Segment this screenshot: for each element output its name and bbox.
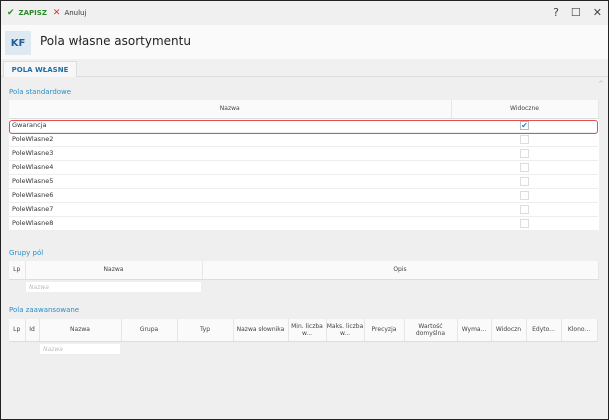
column-header[interactable]: Nazwa — [39, 319, 122, 342]
field-name: PoleWlasne5 — [9, 174, 451, 189]
toolbar: ✔ ZAPISZ ✕ Anuluj ? ☐ ✕ — [1, 1, 608, 25]
cancel-button[interactable]: ✕ Anuluj — [53, 8, 87, 18]
visible-cell — [451, 160, 598, 175]
field-name: PoleWlasne2 — [9, 132, 451, 147]
scroll-up-icon[interactable]: ^ — [598, 80, 604, 88]
table-row[interactable]: PoleWlasne8 — [9, 216, 598, 231]
close-button[interactable]: ✕ — [593, 6, 602, 19]
table-row[interactable]: PoleWlasne6 — [9, 188, 598, 203]
section-title-standard: Pola standardowe — [9, 88, 72, 96]
visible-cell — [451, 146, 598, 161]
table-row[interactable]: PoleWlasne4 — [9, 160, 598, 175]
column-header-opis[interactable]: Opis — [202, 261, 599, 280]
column-header[interactable]: Maks. liczba w... — [326, 319, 365, 342]
groups-table: Lp Nazwa Opis — [9, 261, 599, 280]
column-header-widoczne[interactable]: Widoczne — [451, 100, 599, 119]
table-row[interactable]: Gwarancja ✔ — [9, 118, 598, 133]
visible-checkbox[interactable] — [520, 134, 529, 144]
column-header[interactable]: Edyto... — [526, 319, 562, 342]
visible-cell — [451, 188, 598, 203]
field-name: PoleWlasne3 — [9, 146, 451, 161]
table-row[interactable]: PoleWlasne5 — [9, 174, 598, 189]
module-badge: KF — [5, 31, 31, 55]
field-name: PoleWlasne6 — [9, 188, 451, 203]
column-header[interactable]: Precyzja — [364, 319, 405, 342]
advanced-name-filter-input[interactable]: Nazwa — [39, 343, 121, 355]
visible-cell — [451, 216, 598, 231]
section-title-advanced: Pola zaawansowane — [9, 306, 80, 314]
column-header[interactable]: Lp — [9, 319, 26, 342]
visible-cell — [451, 202, 598, 217]
visible-checkbox[interactable] — [520, 148, 529, 158]
field-name: PoleWlasne8 — [9, 216, 451, 231]
field-name: PoleWlasne7 — [9, 202, 451, 217]
column-header[interactable]: Typ — [177, 319, 234, 342]
dialog-window: ✔ ZAPISZ ✕ Anuluj ? ☐ ✕ KF Pola własne aso… — [0, 0, 609, 420]
column-header-nazwa[interactable]: Nazwa — [25, 261, 203, 280]
column-header[interactable]: Klono... — [561, 319, 598, 342]
close-x-icon: ✕ — [52, 8, 61, 18]
maximize-button[interactable]: ☐ — [571, 6, 581, 19]
visible-checkbox[interactable] — [520, 204, 529, 214]
visible-checkbox[interactable] — [520, 190, 529, 200]
help-button[interactable]: ? — [553, 6, 559, 19]
groups-name-filter-input[interactable]: Nazwa — [25, 281, 202, 293]
visible-cell — [451, 132, 598, 147]
column-header-nazwa[interactable]: Nazwa — [9, 100, 452, 119]
tab-pola-wlasne[interactable]: POLA WŁASNE — [3, 61, 77, 77]
column-header[interactable]: Wartość domyślna — [404, 319, 458, 342]
visible-cell: ✔ — [451, 118, 598, 133]
table-row[interactable]: PoleWlasne3 — [9, 146, 598, 161]
field-name: PoleWlasne4 — [9, 160, 451, 175]
section-title-groups: Grupy pól — [9, 249, 44, 257]
visible-checkbox[interactable] — [520, 218, 529, 228]
visible-checkbox[interactable] — [520, 176, 529, 186]
table-row[interactable]: PoleWlasne2 — [9, 132, 598, 147]
save-button[interactable]: ✔ ZAPISZ — [7, 8, 47, 18]
page-title: Pola własne asortymentu — [40, 34, 191, 48]
column-header[interactable]: Nazwa słownika — [233, 319, 289, 342]
tab-bar: POLA WŁASNE — [1, 59, 608, 77]
cancel-label: Anuluj — [64, 9, 87, 17]
standard-fields-table: Nazwa Widoczne Gwarancja ✔ PoleWlasne2 Pole… — [9, 100, 599, 231]
column-header[interactable]: Min. liczba w... — [288, 319, 327, 342]
column-header[interactable]: Wyma... — [457, 319, 492, 342]
visible-cell — [451, 174, 598, 189]
column-header[interactable]: Grupa — [121, 319, 178, 342]
column-header[interactable]: Id — [25, 319, 40, 342]
advanced-fields-table: Lp Id Nazwa Grupa Typ Nazwa słownika Min. licz… — [9, 319, 598, 342]
visible-checkbox[interactable]: ✔ — [520, 120, 529, 130]
field-name: Gwarancja — [9, 118, 451, 133]
column-header[interactable]: Widoczn — [491, 319, 527, 342]
table-row[interactable]: PoleWlasne7 — [9, 202, 598, 217]
header: KF Pola własne asortymentu — [1, 25, 608, 59]
save-label: ZAPISZ — [18, 9, 47, 17]
column-header-lp[interactable]: Lp — [9, 261, 26, 280]
visible-checkbox[interactable] — [520, 162, 529, 172]
check-icon: ✔ — [7, 8, 15, 18]
